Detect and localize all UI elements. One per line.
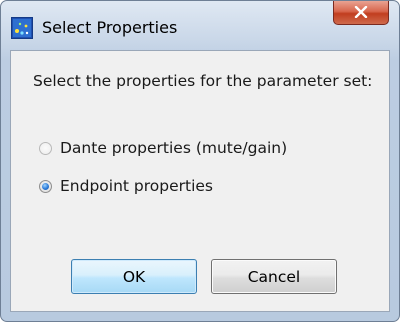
radio-selected-dot — [42, 182, 49, 190]
radio-endpoint-properties[interactable]: Endpoint properties — [39, 177, 213, 195]
close-button[interactable] — [333, 1, 389, 25]
radio-dante-label: Dante properties (mute/gain) — [60, 139, 288, 157]
close-icon — [354, 3, 368, 22]
dialog-content: Select the properties for the parameter … — [10, 50, 390, 312]
app-icon — [11, 17, 33, 39]
radio-endpoint-label: Endpoint properties — [60, 177, 214, 195]
radio-unselected-icon[interactable] — [39, 141, 52, 155]
radio-selected-icon[interactable] — [39, 179, 52, 193]
prompt-text: Select the properties for the parameter … — [33, 72, 373, 90]
cancel-button[interactable]: Cancel — [211, 259, 337, 294]
title-bar[interactable]: Select Properties — [1, 1, 399, 45]
ok-button[interactable]: OK — [71, 259, 197, 294]
dialog-window: Select Properties Select the properties … — [0, 0, 400, 322]
window-title: Select Properties — [42, 18, 178, 37]
radio-dante-properties[interactable]: Dante properties (mute/gain) — [39, 139, 287, 157]
